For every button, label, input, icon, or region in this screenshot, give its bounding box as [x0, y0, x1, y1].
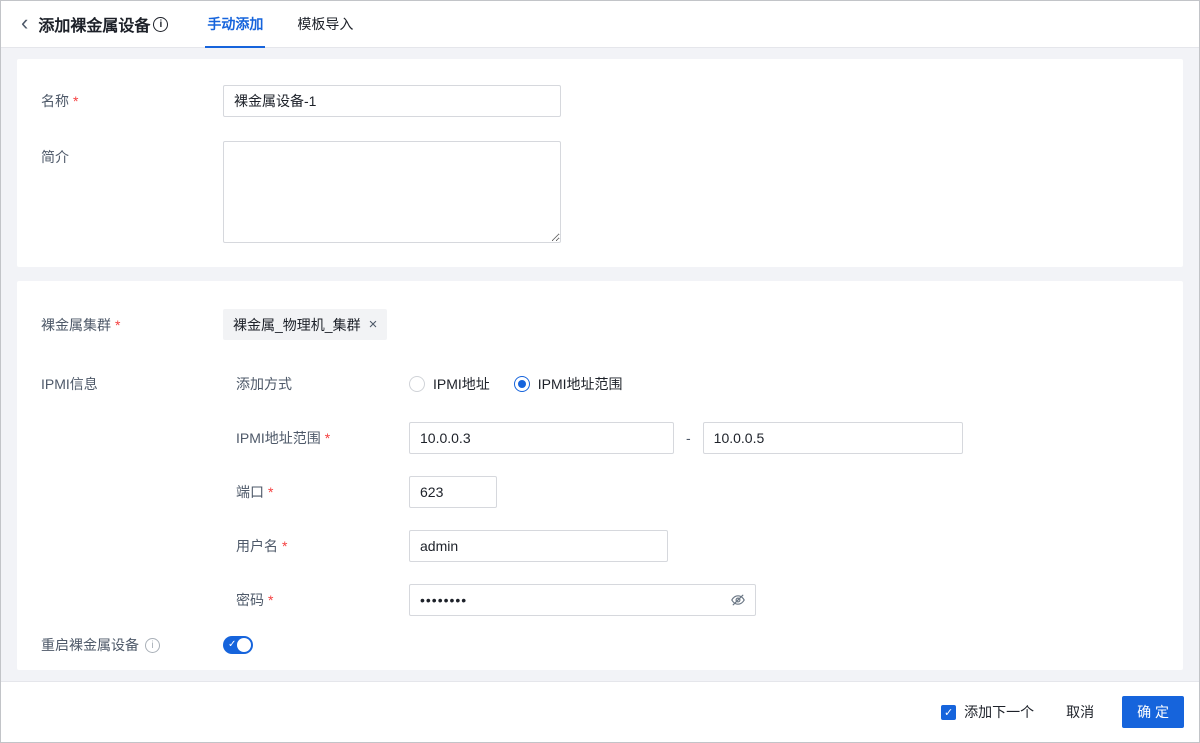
username-row: 用户名 *: [236, 530, 963, 562]
ipmi-section-label-text: IPMI信息: [41, 376, 98, 392]
ipmi-section: IPMI信息 添加方式 IPMI地址 IPMI地址范围 IPMI地址范围 * 1…: [41, 368, 1159, 634]
password-visibility-icon[interactable]: [730, 592, 746, 608]
page-header: ‹ 添加裸金属设备 i 手动添加 模板导入: [1, 1, 1199, 48]
password-field-wrapper: [409, 584, 756, 616]
add-next-label[interactable]: 添加下一个: [964, 702, 1034, 722]
required-marker: *: [282, 538, 288, 554]
tab-template-import[interactable]: 模板导入: [297, 1, 353, 48]
detail-card: 裸金属集群* 裸金属_物理机_集群 × IPMI信息 添加方式 IPMI地址: [17, 281, 1183, 670]
ipmi-section-label: IPMI信息: [41, 368, 236, 634]
reboot-label-text: 重启裸金属设备: [41, 637, 139, 653]
port-input[interactable]: [409, 476, 497, 508]
reboot-label: 重启裸金属设备 i: [41, 635, 223, 655]
description-row: 简介: [41, 141, 1159, 243]
required-marker: *: [268, 484, 274, 500]
add-method-label-text: 添加方式: [236, 376, 292, 392]
radio-selected-icon: [513, 376, 530, 392]
password-label: 密码 *: [236, 584, 409, 616]
cluster-tag[interactable]: 裸金属_物理机_集群 ×: [223, 309, 388, 340]
username-label-text: 用户名: [236, 538, 278, 554]
password-label-text: 密码: [236, 592, 264, 608]
port-label: 端口 *: [236, 476, 409, 508]
required-marker: *: [115, 317, 121, 333]
add-method-row: 添加方式 IPMI地址 IPMI地址范围: [236, 368, 963, 400]
username-input[interactable]: [409, 530, 668, 562]
required-marker: *: [268, 592, 274, 608]
radio-ipmi-address-label: IPMI地址: [433, 376, 490, 392]
add-next-checkbox[interactable]: ✓: [941, 704, 957, 720]
title-info-icon[interactable]: i: [153, 16, 169, 32]
range-separator: -: [686, 430, 691, 446]
confirm-button[interactable]: 确 定: [1122, 696, 1184, 728]
cluster-row: 裸金属集群 * 裸金属_物理机_集群 ×: [41, 309, 1159, 340]
port-label-text: 端口: [236, 484, 264, 500]
password-row: 密码 *: [236, 584, 963, 616]
required-marker: *: [73, 93, 79, 109]
cluster-tag-text: 裸金属_物理机_集群: [233, 316, 361, 333]
toggle-check-icon: ✓: [228, 639, 237, 650]
cancel-button[interactable]: 取消: [1066, 702, 1094, 722]
radio-ipmi-address-range[interactable]: IPMI地址范围: [513, 374, 623, 394]
radio-ipmi-address-range-label: IPMI地址范围: [537, 376, 623, 392]
required-marker: *: [324, 430, 331, 446]
page-title-text: 添加裸金属设备: [38, 18, 151, 35]
name-input[interactable]: [223, 85, 561, 117]
reboot-toggle[interactable]: ✓: [223, 636, 253, 654]
remove-tag-icon[interactable]: ×: [369, 317, 378, 332]
port-row: 端口 *: [236, 476, 963, 508]
radio-unselected-icon: [409, 376, 425, 392]
description-textarea[interactable]: [223, 141, 561, 243]
tab-bar: 手动添加 模板导入: [190, 1, 370, 48]
back-icon[interactable]: ‹: [21, 11, 28, 34]
ipmi-range-start-input[interactable]: [409, 422, 674, 454]
ipmi-range-label: IPMI地址范围 *: [236, 422, 409, 454]
footer-action-bar: ✓ 添加下一个 取消 确 定: [1, 681, 1199, 742]
radio-ipmi-address[interactable]: IPMI地址: [409, 374, 490, 394]
basic-info-card: 名称* 简介: [17, 59, 1183, 267]
cluster-label-text: 裸金属集群: [41, 317, 111, 333]
name-label-text: 名称: [41, 93, 69, 109]
reboot-row: 重启裸金属设备 i ✓: [41, 634, 1159, 656]
name-label: 名称 *: [41, 85, 223, 117]
tab-manual-add[interactable]: 手动添加: [205, 1, 266, 48]
toggle-knob: [237, 638, 251, 652]
ipmi-range-label-text: IPMI地址范围: [236, 430, 321, 446]
description-label-text: 简介: [41, 149, 69, 165]
ipmi-range-end-input[interactable]: [702, 422, 963, 454]
add-method-radio-group: IPMI地址 IPMI地址范围: [409, 368, 647, 400]
ipmi-range-row: IPMI地址范围* -: [236, 422, 963, 454]
password-input[interactable]: [409, 584, 756, 616]
ipmi-subform: 添加方式 IPMI地址 IPMI地址范围 IPMI地址范围 * 10.0.0.3…: [236, 368, 963, 634]
cluster-label: 裸金属集群 *: [41, 309, 223, 340]
add-method-label: 添加方式: [236, 368, 409, 400]
reboot-info-icon[interactable]: i: [145, 637, 160, 653]
description-label: 简介: [41, 141, 223, 243]
page-title: 添加裸金属设备 i: [38, 12, 169, 36]
username-label: 用户名 *: [236, 530, 409, 562]
name-row: 名称 *: [41, 85, 1159, 117]
